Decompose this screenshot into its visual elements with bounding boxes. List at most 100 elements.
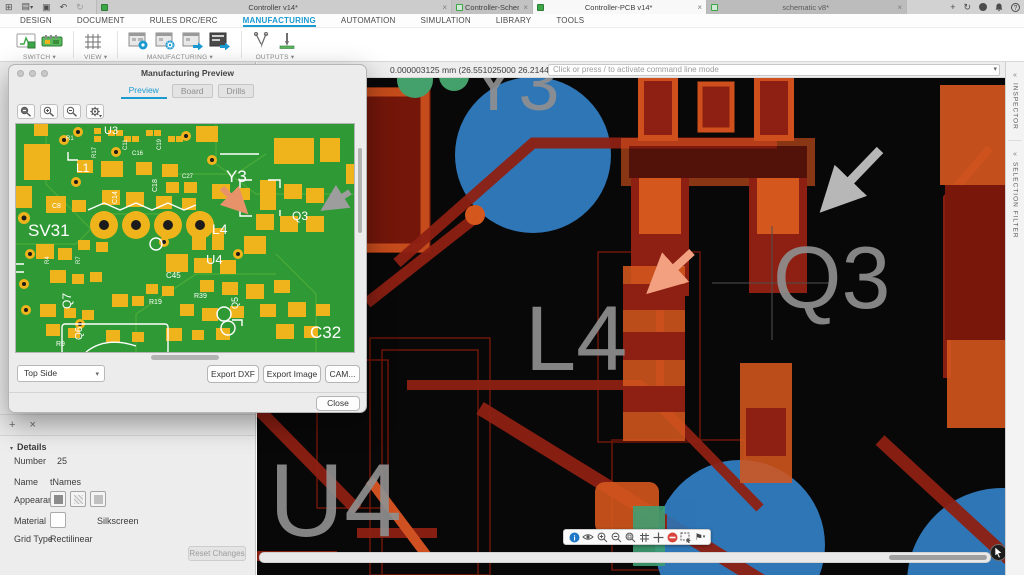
appearance-hatch-swatch[interactable] [70, 491, 86, 507]
info-icon[interactable]: i [568, 531, 580, 543]
delete-icon[interactable]: × [29, 419, 35, 431]
svg-text:C8: C8 [52, 203, 61, 210]
appearance-light-swatch[interactable] [90, 491, 106, 507]
svg-text:U4: U4 [206, 252, 223, 267]
doc-tab-controller-schematic[interactable]: Controller-Schematic v8 × [451, 0, 533, 14]
details-panel-toolbar: + × [0, 414, 255, 436]
visibility-eye-icon[interactable] [582, 531, 594, 543]
zoom-select-button[interactable] [17, 104, 35, 119]
redo-icon[interactable]: ↻ [76, 2, 84, 12]
close-icon[interactable]: × [693, 3, 706, 12]
board-side-select[interactable]: Top Side ▾ [17, 365, 105, 382]
right-edge-pads[interactable] [940, 85, 1005, 428]
zoom-in-icon[interactable] [596, 531, 608, 543]
tab-board[interactable]: Board [171, 84, 213, 98]
canvas-horizontal-scrollbar[interactable] [259, 552, 991, 563]
save-icon[interactable]: ▣ [42, 2, 51, 12]
cam-button[interactable]: CAM... [325, 365, 360, 383]
undo-icon[interactable]: ↶ [60, 2, 68, 12]
help-icon[interactable]: ? [1011, 2, 1020, 12]
menu-manufacturing[interactable]: MANUFACTURING [242, 14, 316, 27]
menu-design[interactable]: DESIGN [20, 14, 52, 27]
reset-changes-button[interactable]: Reset Changes [188, 546, 246, 561]
notifications-bell-icon[interactable] [995, 3, 1003, 12]
file-new-icon[interactable]: ▤▾ [22, 1, 34, 13]
mfg-preview-icon[interactable] [128, 32, 150, 50]
ribbon-group-label[interactable]: OUTPUTS ▾ [252, 53, 297, 61]
svg-text:Y3: Y3 [469, 78, 560, 126]
doc-tab-controller-pcb-active[interactable]: Controller-PCB v14* × [532, 0, 707, 15]
menu-rules-drc-erc[interactable]: RULES DRC/ERC [150, 14, 218, 27]
scrollbar-handle[interactable] [889, 555, 987, 560]
crosshair-icon[interactable] [652, 531, 664, 543]
board-preview-image[interactable]: U3 R1 R17 C11 C16 C19 L1 C27 Y3 C18 C14 C8 Q3 L4 SV31 R… [15, 123, 355, 353]
menu-library[interactable]: LIBRARY [496, 14, 532, 27]
ribbon-group-label[interactable]: SWITCH ▾ [16, 53, 63, 61]
mfg-cam-icon[interactable] [155, 32, 177, 50]
zoom-out-icon[interactable] [610, 531, 622, 543]
doc-tab-controller[interactable]: Controller v14* × [96, 0, 452, 14]
caret-down-icon[interactable]: ▾ [993, 65, 997, 75]
menu-automation[interactable]: AUTOMATION [341, 14, 396, 27]
sync-icon[interactable]: ↻ [963, 2, 971, 12]
tab-preview[interactable]: Preview [120, 84, 167, 99]
green-pad[interactable] [439, 78, 469, 91]
grid-toggle-icon[interactable] [638, 531, 650, 543]
switch-schematic-icon[interactable] [16, 33, 36, 49]
selection-filter-tab[interactable]: « SELECTION FILTER [1006, 151, 1024, 239]
material-color-swatch[interactable] [50, 512, 66, 528]
bottom-component[interactable] [740, 363, 792, 483]
pcb-doc-icon [537, 3, 544, 11]
svg-text:L4: L4 [212, 221, 228, 237]
preview-vertical-scrollbar[interactable] [358, 148, 362, 233]
account-avatar[interactable] [979, 3, 987, 11]
menu-tools[interactable]: TOOLS [556, 14, 584, 27]
close-icon[interactable]: × [519, 3, 532, 12]
outputs-drill-icon[interactable] [277, 32, 297, 50]
pcb-canvas[interactable]: Y3 Q3 L4 U4 i ⚑ ▾ [257, 78, 1005, 575]
zoom-in-button[interactable] [40, 104, 58, 119]
preview-horizontal-scrollbar[interactable] [151, 355, 219, 360]
add-icon[interactable]: + [9, 419, 15, 431]
menu-document[interactable]: DOCUMENT [77, 14, 125, 27]
via-small[interactable] [465, 205, 485, 225]
select-area-icon[interactable] [680, 531, 692, 543]
doc-tab-label: Controller-Schematic v8 [465, 2, 519, 12]
export-dxf-button[interactable]: Export DXF [207, 365, 259, 383]
close-icon[interactable]: × [438, 3, 451, 12]
svg-text:L1: L1 [76, 161, 90, 175]
ribbon-group-label[interactable]: VIEW ▾ [84, 53, 107, 61]
maximize-window-icon[interactable] [41, 70, 48, 77]
mfg-export-icon[interactable] [182, 32, 204, 50]
panel-divider [1008, 139, 1022, 141]
zoom-fit-icon[interactable] [624, 531, 636, 543]
appearance-solid-swatch[interactable] [50, 491, 66, 507]
zoom-out-button[interactable] [63, 104, 81, 119]
details-section-header[interactable]: ▾ Details [10, 442, 47, 452]
mfg-gerber-icon[interactable] [209, 32, 231, 50]
new-tab-icon[interactable]: + [950, 2, 955, 12]
workspace-menubar: DESIGN DOCUMENT RULES DRC/ERC MANUFACTUR… [0, 14, 1024, 28]
disable-icon[interactable] [666, 531, 678, 543]
export-image-button[interactable]: Export Image [263, 365, 321, 383]
apps-grid-icon[interactable]: ⊞ [5, 2, 13, 12]
doc-tab-schematic[interactable]: schematic v8* × [706, 0, 907, 14]
view-grid-icon[interactable] [84, 33, 102, 50]
component-l4[interactable] [623, 266, 685, 441]
close-icon[interactable]: × [893, 3, 906, 12]
inspector-tab[interactable]: « INSPECTOR [1006, 72, 1024, 130]
menu-simulation[interactable]: SIMULATION [421, 14, 471, 27]
ribbon-group-label[interactable]: MANUFACTURING ▾ [128, 53, 231, 61]
minimize-window-icon[interactable] [29, 70, 36, 77]
close-button[interactable]: Close [316, 396, 360, 411]
switch-board-icon[interactable] [41, 33, 63, 49]
close-window-icon[interactable] [17, 70, 24, 77]
command-line-input[interactable]: Click or press / to activate command lin… [548, 64, 1000, 76]
outputs-probe-icon[interactable] [252, 32, 272, 50]
tab-drills[interactable]: Drills [217, 84, 255, 98]
svg-text:C27: C27 [182, 174, 194, 180]
dialog-titlebar[interactable]: Manufacturing Preview [9, 65, 366, 82]
svg-text:C11: C11 [123, 139, 129, 150]
flag-marker-icon[interactable]: ⚑ ▾ [694, 531, 706, 543]
preview-settings-button[interactable] [86, 104, 104, 119]
